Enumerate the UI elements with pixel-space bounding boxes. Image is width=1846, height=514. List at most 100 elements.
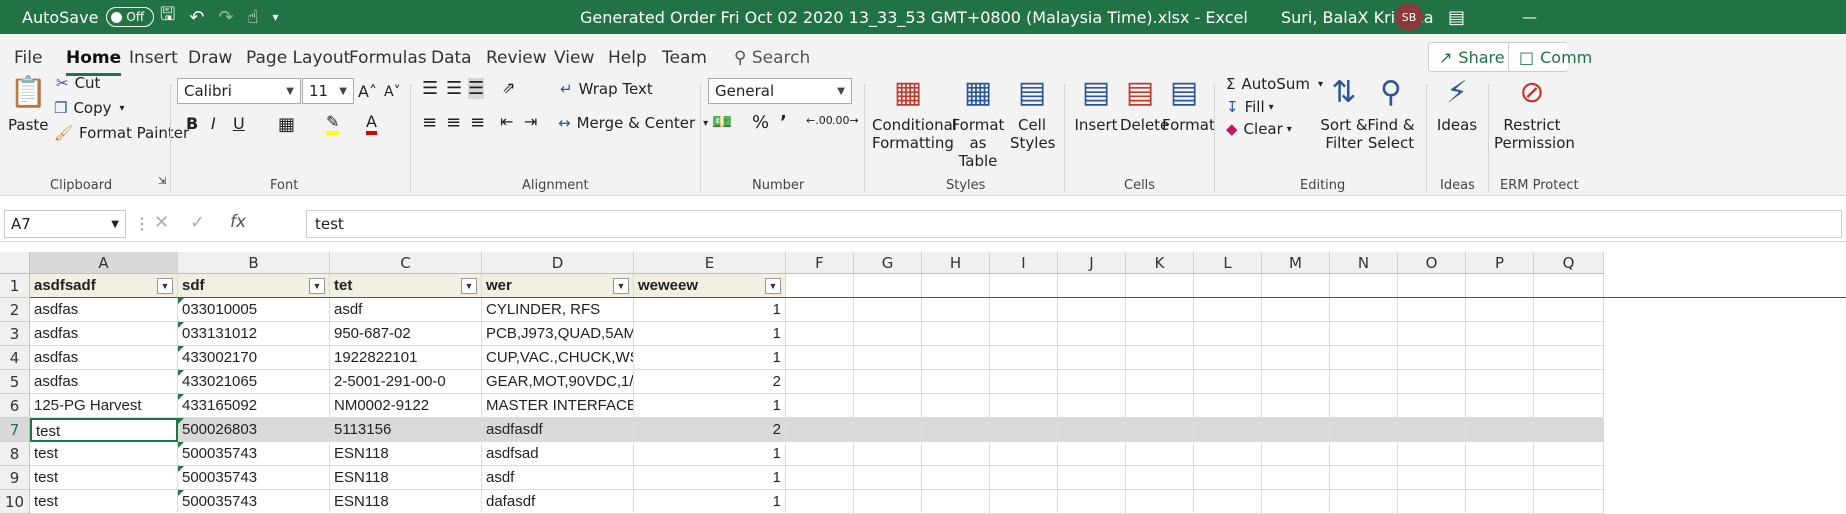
cell-c6[interactable]: NM0002-9122 — [330, 394, 482, 418]
tab-insert[interactable]: Insert — [129, 48, 178, 68]
tab-data[interactable]: Data — [431, 48, 472, 68]
cell-o3[interactable] — [1398, 322, 1466, 346]
cell-a4[interactable]: asdfas — [30, 346, 178, 370]
cell-l1[interactable] — [1194, 274, 1262, 298]
row-header[interactable]: 8 — [0, 442, 30, 466]
cell-n1[interactable] — [1330, 274, 1398, 298]
column-header-p[interactable]: P — [1466, 252, 1534, 274]
cell-b7[interactable]: 500026803 — [178, 418, 330, 442]
column-header-j[interactable]: J — [1058, 252, 1126, 274]
column-header-b[interactable]: B — [178, 252, 330, 274]
cell-a7[interactable]: test — [30, 418, 178, 442]
cancel-icon[interactable]: ✕ — [154, 212, 169, 233]
cell-g6[interactable] — [854, 394, 922, 418]
cell-m3[interactable] — [1262, 322, 1330, 346]
cell-n3[interactable] — [1330, 322, 1398, 346]
delete-cells-button[interactable]: ▤ Delete — [1120, 76, 1169, 135]
tab-draw[interactable]: Draw — [188, 48, 232, 68]
cell-i3[interactable] — [990, 322, 1058, 346]
cell-h5[interactable] — [922, 370, 990, 394]
cell-i2[interactable] — [990, 298, 1058, 322]
column-header-e[interactable]: E — [634, 252, 786, 274]
cell-g10[interactable] — [854, 490, 922, 514]
cell-m7[interactable] — [1262, 418, 1330, 442]
column-header-k[interactable]: K — [1126, 252, 1194, 274]
insert-function-icon[interactable]: fx — [230, 212, 246, 232]
sort-filter-button[interactable]: ⇅ Sort & Filter — [1318, 76, 1370, 153]
cell-e4[interactable]: 1 — [634, 346, 786, 370]
cell-a1[interactable]: asdfsadf ▼ — [30, 274, 178, 298]
cell-n7[interactable] — [1330, 418, 1398, 442]
cell-i1[interactable] — [990, 274, 1058, 298]
row-header[interactable]: 5 — [0, 370, 30, 394]
cell-b1[interactable]: sdf ▼ — [178, 274, 330, 298]
cell-d7[interactable]: asdfasdf — [482, 418, 634, 442]
cell-f9[interactable] — [786, 466, 854, 490]
cell-j4[interactable] — [1058, 346, 1126, 370]
cell-g7[interactable] — [854, 418, 922, 442]
cell-g2[interactable] — [854, 298, 922, 322]
cell-k3[interactable] — [1126, 322, 1194, 346]
minimize-icon[interactable]: — — [1522, 0, 1537, 34]
filter-dropdown-icon[interactable]: ▼ — [309, 278, 325, 294]
cell-l5[interactable] — [1194, 370, 1262, 394]
row-header[interactable]: 3 — [0, 322, 30, 346]
cell-d2[interactable]: CYLINDER, RFS — [482, 298, 634, 322]
cell-p9[interactable] — [1466, 466, 1534, 490]
column-header-d[interactable]: D — [482, 252, 634, 274]
filter-dropdown-icon[interactable]: ▼ — [765, 278, 781, 294]
copy-button[interactable]: ❐ Copy ▾ — [54, 97, 125, 119]
bold-icon[interactable]: B — [186, 114, 198, 133]
cell-q4[interactable] — [1534, 346, 1604, 370]
cell-n2[interactable] — [1330, 298, 1398, 322]
tab-review[interactable]: Review — [486, 48, 547, 68]
merge-center-button[interactable]: ↔ Merge & Center ▾ — [558, 114, 708, 132]
cell-n9[interactable] — [1330, 466, 1398, 490]
percent-icon[interactable]: % — [752, 112, 769, 133]
cell-i7[interactable] — [990, 418, 1058, 442]
cell-f3[interactable] — [786, 322, 854, 346]
cell-d8[interactable]: asdfsad — [482, 442, 634, 466]
tab-page-layout[interactable]: Page Layout — [246, 48, 350, 68]
align-middle-icon[interactable]: ☰ — [446, 78, 462, 99]
cell-k2[interactable] — [1126, 298, 1194, 322]
fill-button[interactable]: ↧ Fill ▾ — [1226, 96, 1274, 118]
accounting-format-icon[interactable]: 💵 — [712, 112, 732, 131]
cell-c1[interactable]: tet ▼ — [330, 274, 482, 298]
cell-b3[interactable]: 033131012 — [178, 322, 330, 346]
cell-k10[interactable] — [1126, 490, 1194, 514]
align-right-icon[interactable]: ≡ — [470, 112, 485, 133]
cell-l6[interactable] — [1194, 394, 1262, 418]
tab-help[interactable]: Help — [608, 48, 647, 68]
redo-icon[interactable]: ↷ — [218, 7, 233, 28]
enter-icon[interactable]: ✓ — [190, 212, 205, 233]
cell-n8[interactable] — [1330, 442, 1398, 466]
touch-mode-icon[interactable]: ☝ — [248, 7, 259, 28]
format-as-table-button[interactable]: ▦ Format as Table — [948, 76, 1008, 171]
cell-f8[interactable] — [786, 442, 854, 466]
cell-n5[interactable] — [1330, 370, 1398, 394]
dialog-launcher-icon[interactable]: ⇲ — [158, 176, 166, 187]
cell-q8[interactable] — [1534, 442, 1604, 466]
cell-o9[interactable] — [1398, 466, 1466, 490]
cell-q10[interactable] — [1534, 490, 1604, 514]
filter-dropdown-icon[interactable]: ▼ — [613, 278, 629, 294]
paste-button[interactable]: 📋 Paste — [8, 76, 49, 135]
cell-m8[interactable] — [1262, 442, 1330, 466]
tab-team[interactable]: Team — [662, 48, 707, 68]
font-name-select[interactable]: Calibri ▼ — [177, 78, 301, 104]
name-box[interactable]: A7 ▼ — [4, 210, 126, 238]
restrict-permission-button[interactable]: ⊘ Restrict Permission — [1494, 76, 1575, 153]
number-format-select[interactable]: General ▼ — [708, 78, 852, 104]
underline-icon[interactable]: U — [233, 114, 245, 133]
cell-m6[interactable] — [1262, 394, 1330, 418]
filter-dropdown-icon[interactable]: ▼ — [461, 278, 477, 294]
cell-j2[interactable] — [1058, 298, 1126, 322]
row-header[interactable]: 6 — [0, 394, 30, 418]
align-left-icon[interactable]: ≡ — [422, 112, 437, 133]
cell-g5[interactable] — [854, 370, 922, 394]
cell-q2[interactable] — [1534, 298, 1604, 322]
cell-j8[interactable] — [1058, 442, 1126, 466]
column-header-l[interactable]: L — [1194, 252, 1262, 274]
cell-h7[interactable] — [922, 418, 990, 442]
